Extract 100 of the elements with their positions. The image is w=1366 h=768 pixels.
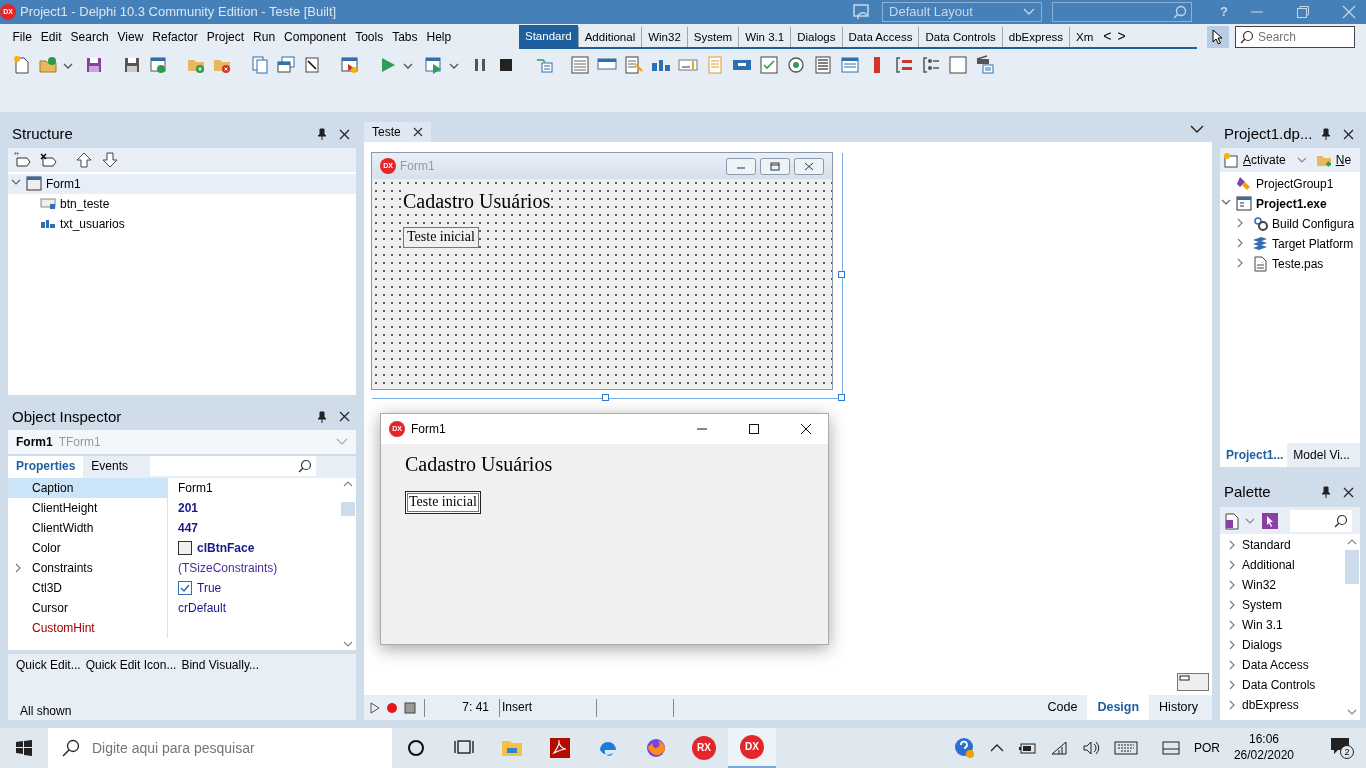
taskbar-app[interactable]: RX xyxy=(680,728,728,768)
group-box-icon[interactable] xyxy=(894,55,914,75)
chevron-up-icon[interactable] xyxy=(989,743,1004,753)
clock-time[interactable]: 16:06 xyxy=(1248,732,1279,748)
menu-item[interactable]: Help xyxy=(422,29,456,45)
combo-box-icon[interactable] xyxy=(840,55,860,75)
palette-category[interactable]: Standard xyxy=(1242,537,1291,553)
taskbar-app[interactable]: DX xyxy=(728,728,776,768)
palette-tab[interactable]: System xyxy=(686,27,739,47)
pin-icon[interactable] xyxy=(1321,486,1331,498)
tree-item[interactable]: Project1.exe xyxy=(1256,196,1327,212)
play-icon[interactable] xyxy=(370,701,380,714)
close-icon[interactable] xyxy=(1343,128,1354,140)
palette-category[interactable]: Data Controls xyxy=(1242,677,1316,693)
window-icon[interactable] xyxy=(148,55,168,75)
view-tab[interactable]: Code xyxy=(1037,695,1088,720)
tree-item[interactable]: btn_teste xyxy=(60,196,110,212)
language-indicator[interactable]: POR xyxy=(1193,740,1220,756)
close-icon[interactable] xyxy=(339,411,350,422)
palette-category[interactable]: System xyxy=(1242,597,1282,613)
menu-item[interactable]: File xyxy=(8,29,37,45)
tree-item[interactable]: ProjectGroup1 xyxy=(1256,176,1334,192)
tab[interactable]: Model Vi... xyxy=(1287,443,1354,467)
delete-item-icon[interactable] xyxy=(39,151,57,169)
chevron-icon[interactable] xyxy=(1190,124,1204,134)
scroll-up-icon[interactable] xyxy=(1347,538,1357,546)
stop-icon[interactable] xyxy=(404,701,416,714)
new-button[interactable]: Ne xyxy=(1335,152,1352,168)
editor-tab[interactable]: Teste xyxy=(364,122,431,142)
link[interactable]: Bind Visually... xyxy=(181,658,259,673)
palette-tab[interactable]: Win 3.1 xyxy=(738,27,791,47)
menu-item[interactable]: Run xyxy=(248,29,280,45)
search-field[interactable] xyxy=(1290,509,1352,532)
palette-tab[interactable]: Data Controls xyxy=(918,27,1002,47)
scrollbar-thumb[interactable] xyxy=(341,502,355,516)
palette-category[interactable]: Win 3.1 xyxy=(1242,617,1283,633)
close-icon[interactable] xyxy=(412,127,423,137)
menu-item[interactable]: Edit xyxy=(36,29,67,45)
restore-icon[interactable] xyxy=(760,157,790,175)
teste-button[interactable]: Teste inicial xyxy=(405,491,481,514)
checkbox-icon[interactable] xyxy=(759,55,779,75)
link[interactable]: Quick Edit Icon... xyxy=(85,658,177,673)
maximize-icon[interactable] xyxy=(748,423,760,435)
pin-icon[interactable] xyxy=(317,410,327,423)
palette-category[interactable]: Additional xyxy=(1242,557,1295,573)
wifi-icon[interactable] xyxy=(1049,740,1068,756)
tree-item[interactable]: Target Platform xyxy=(1272,236,1354,252)
close-icon[interactable] xyxy=(800,423,812,435)
palette-tab[interactable]: Xm xyxy=(1069,27,1100,47)
scroll-down-icon[interactable] xyxy=(343,640,353,648)
palette-tab[interactable]: Additional xyxy=(577,27,642,47)
previous-button[interactable]: < xyxy=(1103,27,1112,45)
record-icon[interactable] xyxy=(386,701,398,714)
down-arrow-icon[interactable] xyxy=(101,151,119,169)
scroll-down-icon[interactable] xyxy=(1347,708,1357,716)
palette-category[interactable]: dbExpress xyxy=(1242,697,1299,713)
pages-icon[interactable] xyxy=(250,55,270,75)
palette-tab[interactable]: Win32 xyxy=(641,27,687,47)
menu-item[interactable]: Tabs xyxy=(387,29,422,45)
pin-icon[interactable] xyxy=(1321,128,1331,140)
radio-button-icon[interactable] xyxy=(786,55,806,75)
link[interactable]: Quick Edit... xyxy=(16,658,81,673)
menu-item[interactable]: Tools xyxy=(350,29,388,45)
page-arrows-icon[interactable] xyxy=(302,55,322,75)
help-icon[interactable] xyxy=(953,737,976,759)
tree-item[interactable]: txt_usuarios xyxy=(60,216,125,232)
resize-handle[interactable] xyxy=(602,394,609,401)
tab[interactable]: Properties xyxy=(8,456,84,478)
display-icon[interactable] xyxy=(1161,741,1180,755)
minimize-icon[interactable] xyxy=(726,157,756,175)
palette-tab[interactable]: Standard xyxy=(519,25,578,47)
pointer-icon[interactable] xyxy=(1262,512,1278,529)
radio-group-icon[interactable] xyxy=(921,55,941,75)
volume-icon[interactable] xyxy=(1081,740,1100,756)
view-tab[interactable]: Design xyxy=(1087,695,1150,720)
palette-category[interactable]: Dialogs xyxy=(1242,637,1283,653)
menu-item[interactable]: Refactor xyxy=(147,29,203,45)
open-folder-icon[interactable] xyxy=(38,55,58,75)
component-page-icon[interactable] xyxy=(1224,511,1240,530)
palette-tab[interactable]: Dialogs xyxy=(790,27,842,47)
tree-item[interactable]: Build Configura xyxy=(1272,216,1355,232)
activate-button[interactable]: Activate xyxy=(1243,152,1286,168)
caret-icon[interactable] xyxy=(1244,516,1254,525)
tree-item[interactable]: Teste.pas xyxy=(1272,256,1324,272)
search-field[interactable] xyxy=(1052,2,1193,22)
panel-icon[interactable] xyxy=(570,55,590,75)
listbox-icon[interactable] xyxy=(813,55,833,75)
resize-handle[interactable] xyxy=(838,271,845,278)
scroll-up-icon[interactable] xyxy=(343,480,353,488)
palette-category[interactable]: Data Access xyxy=(1242,657,1309,673)
resize-handle[interactable] xyxy=(838,394,845,401)
list-pointer-icon[interactable] xyxy=(624,55,644,75)
action-list-icon[interactable] xyxy=(975,55,995,75)
add-item-icon[interactable] xyxy=(13,151,31,169)
clock-date[interactable]: 26/02/2020 xyxy=(1233,748,1294,764)
tree-item[interactable]: Form1 xyxy=(46,176,81,192)
window-play-icon[interactable] xyxy=(424,55,444,75)
close-icon[interactable] xyxy=(339,128,350,140)
up-arrow-icon[interactable] xyxy=(75,151,93,169)
menu-item[interactable]: Component xyxy=(279,29,351,45)
